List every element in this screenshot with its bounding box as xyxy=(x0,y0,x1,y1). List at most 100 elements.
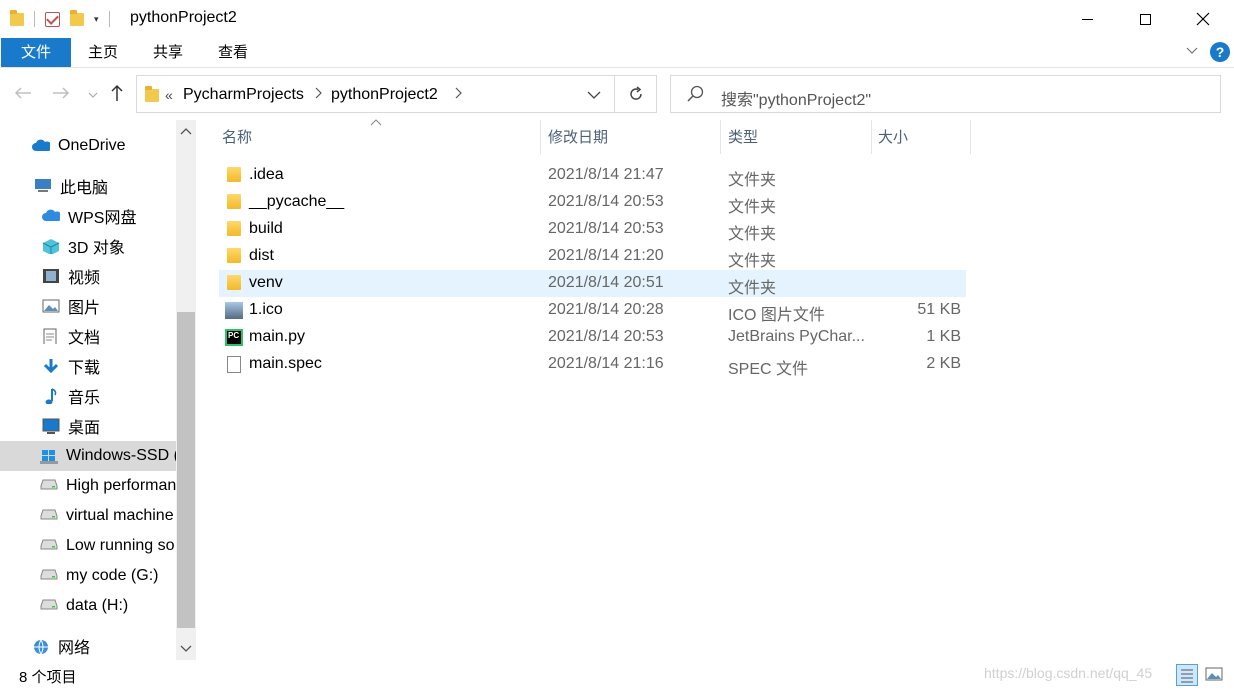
large-icons-view-button[interactable] xyxy=(1204,664,1226,686)
column-header-type[interactable]: 类型 xyxy=(728,123,758,153)
help-icon[interactable]: ? xyxy=(1210,42,1230,62)
scroll-up-chevron-icon[interactable] xyxy=(180,124,192,138)
scrollbar-thumb[interactable] xyxy=(177,312,195,628)
drive-icon xyxy=(40,509,58,520)
breadcrumb-item-pycharmprojects[interactable]: PycharmProjects xyxy=(183,86,304,104)
folder-icon xyxy=(227,194,241,209)
column-header-size[interactable]: 大小 xyxy=(878,123,908,153)
chevron-right-icon[interactable] xyxy=(315,87,323,102)
file-row[interactable]: venv 2021/8/14 20:51 文件夹 xyxy=(219,270,966,297)
file-date: 2021/8/14 20:28 xyxy=(548,301,664,318)
sidebar-scrollbar[interactable] xyxy=(176,120,196,660)
scroll-down-chevron-icon[interactable] xyxy=(180,642,192,656)
sidebar-item-3d-objects[interactable]: 3D 对象 xyxy=(0,231,176,261)
file-row[interactable]: .idea 2021/8/14 21:47 文件夹 xyxy=(219,162,966,189)
file-row[interactable]: __pycache__ 2021/8/14 20:53 文件夹 xyxy=(219,189,966,216)
file-size: 2 KB xyxy=(926,355,961,372)
sidebar-item-desktop[interactable]: 桌面 xyxy=(0,411,176,441)
sidebar-item-videos[interactable]: 视频 xyxy=(0,261,176,291)
sidebar-item-drive[interactable]: data (H:) xyxy=(0,591,176,621)
watermark: https://blog.csdn.net/qq_45 xyxy=(984,665,1153,681)
file-date: 2021/8/14 20:53 xyxy=(548,220,664,237)
expand-ribbon-chevron-down-icon[interactable] xyxy=(1186,44,1198,58)
file-name: venv xyxy=(249,274,283,291)
forward-button[interactable] xyxy=(52,84,70,105)
address-history-chevron-down-icon[interactable] xyxy=(587,88,601,102)
minimize-button[interactable] xyxy=(1058,0,1116,38)
back-button[interactable] xyxy=(14,84,32,105)
tab-view[interactable]: 查看 xyxy=(210,38,256,67)
sidebar-item-drive[interactable]: Low running so xyxy=(0,531,176,561)
sidebar-item-windows-ssd[interactable]: Windows-SSD ( xyxy=(0,441,176,471)
tab-share[interactable]: 共享 xyxy=(144,38,192,67)
sidebar-item-this-pc[interactable]: 此电脑 xyxy=(0,171,176,201)
sidebar-item-drive[interactable]: virtual machine xyxy=(0,501,176,531)
search-icon xyxy=(687,85,704,102)
column-divider[interactable] xyxy=(720,120,721,154)
thumbnail-view-icon xyxy=(1205,667,1223,681)
maximize-button[interactable] xyxy=(1116,0,1174,38)
file-row[interactable]: main.spec 2021/8/14 21:16 SPEC 文件 2 KB xyxy=(219,351,966,378)
column-divider[interactable] xyxy=(871,120,872,154)
file-name: dist xyxy=(249,247,274,264)
drive-icon xyxy=(40,569,58,580)
sidebar-item-label: 网络 xyxy=(58,640,91,657)
pycharm-file-icon xyxy=(225,329,243,346)
close-button[interactable] xyxy=(1174,0,1232,38)
file-type: ICO 图片文件 xyxy=(728,307,825,324)
sidebar-item-music[interactable]: 音乐 xyxy=(0,381,176,411)
drive-icon xyxy=(40,539,58,550)
file-row[interactable]: build 2021/8/14 20:53 文件夹 xyxy=(219,216,966,243)
sidebar-item-drive[interactable]: High performan xyxy=(0,471,176,501)
sidebar-item-label: 文档 xyxy=(68,330,101,347)
sidebar-item-documents[interactable]: 文档 xyxy=(0,321,176,351)
sidebar-item-label: 下载 xyxy=(68,360,101,377)
sidebar-item-label: 音乐 xyxy=(68,390,101,407)
sidebar-item-wps-drive[interactable]: WPS网盘 xyxy=(0,201,176,231)
file-type: 文件夹 xyxy=(728,253,777,270)
file-type: JetBrains PyChar... xyxy=(728,328,865,345)
search-input[interactable]: 搜索"pythonProject2" xyxy=(670,75,1221,113)
file-name: .idea xyxy=(249,166,284,183)
sidebar-item-network[interactable]: 网络 xyxy=(0,631,176,660)
file-size: 1 KB xyxy=(926,328,961,345)
picture-icon xyxy=(42,299,60,313)
sidebar-item-downloads[interactable]: 下载 xyxy=(0,351,176,381)
column-header-name[interactable]: 名称 xyxy=(222,123,252,153)
sidebar-item-onedrive[interactable]: OneDrive xyxy=(0,131,176,161)
file-type: 文件夹 xyxy=(728,280,777,297)
recent-locations-button[interactable] xyxy=(88,90,98,101)
file-type: SPEC 文件 xyxy=(728,361,809,378)
file-name: main.spec xyxy=(249,355,322,372)
column-header-date[interactable]: 修改日期 xyxy=(548,123,608,153)
breadcrumb-overflow[interactable]: « xyxy=(165,87,173,103)
file-row[interactable]: main.py 2021/8/14 20:53 JetBrains PyChar… xyxy=(219,324,966,351)
file-type: 文件夹 xyxy=(728,172,777,189)
file-size: 51 KB xyxy=(917,301,961,318)
properties-icon[interactable] xyxy=(45,11,60,27)
details-view-button[interactable] xyxy=(1176,664,1198,686)
navigation-bar: « PycharmProjects pythonProject2 搜索"pyth… xyxy=(0,70,1234,120)
column-divider[interactable] xyxy=(540,120,541,154)
refresh-button[interactable] xyxy=(615,75,657,113)
new-folder-icon[interactable] xyxy=(70,9,84,26)
tab-home[interactable]: 主页 xyxy=(80,38,126,67)
quick-access-toolbar: ▾ xyxy=(10,9,110,29)
breadcrumb-item-pythonproject2[interactable]: pythonProject2 xyxy=(331,86,438,104)
file-row[interactable]: 1.ico 2021/8/14 20:28 ICO 图片文件 51 KB xyxy=(219,297,966,324)
refresh-icon xyxy=(629,86,642,100)
folder-icon xyxy=(227,275,241,290)
chevron-right-icon[interactable] xyxy=(455,87,463,102)
sidebar-item-drive[interactable]: my code (G:) xyxy=(0,561,176,591)
file-row[interactable]: dist 2021/8/14 21:20 文件夹 xyxy=(219,243,966,270)
sidebar-item-pictures[interactable]: 图片 xyxy=(0,291,176,321)
up-button[interactable] xyxy=(110,84,124,107)
file-type: 文件夹 xyxy=(728,199,777,216)
file-date: 2021/8/14 21:20 xyxy=(548,247,664,264)
ribbon: 文件 主页 共享 查看 ? xyxy=(0,38,1234,68)
customize-toolbar-chevron-down-icon[interactable]: ▾ xyxy=(94,14,99,25)
address-bar[interactable]: « PycharmProjects pythonProject2 xyxy=(136,75,615,113)
tab-file[interactable]: 文件 xyxy=(1,38,71,67)
column-divider[interactable] xyxy=(970,120,971,154)
image-file-icon xyxy=(225,302,243,319)
